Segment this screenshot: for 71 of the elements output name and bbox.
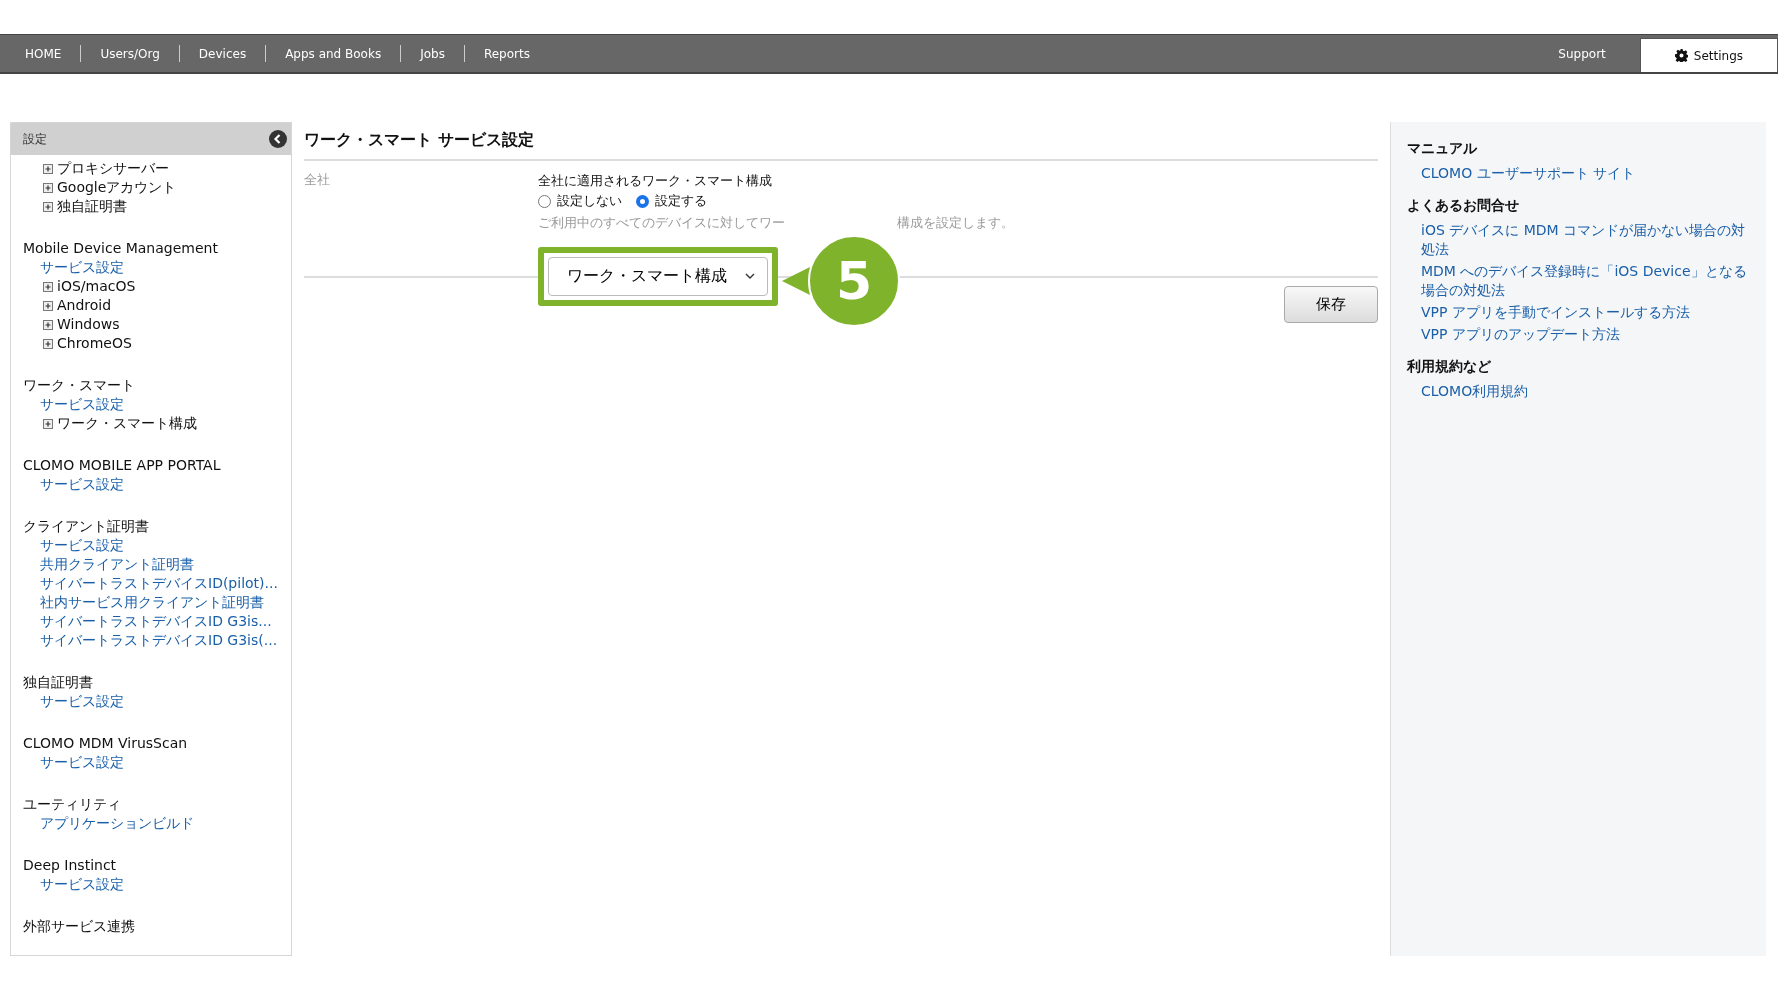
nav-tab[interactable]: Reports — [464, 45, 549, 62]
expand-icon[interactable] — [43, 163, 53, 174]
help-link[interactable]: CLOMO利用規約 — [1407, 382, 1750, 401]
field-label: 全社に適用されるワーク・スマート構成 — [538, 172, 773, 190]
sidebar-link[interactable]: サイバートラストデバイスID(pilot)... — [23, 574, 291, 593]
expand-icon[interactable] — [43, 319, 53, 330]
help-section-title: 利用規約など — [1407, 358, 1492, 376]
sidebar-link[interactable]: サービス設定 — [23, 258, 291, 277]
help-link[interactable]: VPP アプリのアップデート方法 — [1407, 325, 1750, 344]
sidebar-section-title: ユーティリティ — [23, 795, 122, 814]
sidebar-title: 設定 — [23, 130, 47, 148]
settings-icon — [1674, 49, 1688, 62]
nav-tab[interactable]: Jobs — [401, 45, 465, 62]
sidebar-link[interactable]: サービス設定 — [23, 753, 291, 772]
sidebar-item[interactable]: ワーク・スマート構成 — [57, 414, 197, 433]
sidebar-section-title: クライアント証明書 — [23, 517, 150, 536]
hint-text: 構成を設定します。 — [897, 214, 1014, 232]
nav-tab[interactable]: Settings — [1639, 38, 1778, 72]
expand-icon[interactable] — [43, 300, 53, 311]
sidebar-item[interactable]: Googleアカウント — [57, 178, 177, 197]
sidebar-link[interactable]: サービス設定 — [23, 875, 291, 894]
expand-icon[interactable] — [43, 182, 53, 193]
collapse-icon[interactable] — [269, 130, 287, 148]
radio-label[interactable]: 設定する — [655, 191, 707, 211]
sidebar-section-title: 外部サービス連携 — [23, 917, 136, 936]
sidebar-section-title: Deep Instinct — [23, 856, 118, 875]
sidebar-link[interactable]: 共用クライアント証明書 — [23, 555, 291, 574]
expand-icon[interactable] — [43, 281, 53, 292]
sidebar-link[interactable]: 社内サービス用クライアント証明書 — [23, 593, 291, 612]
sidebar-item[interactable]: Windows — [57, 315, 120, 334]
help-link[interactable]: VPP アプリを手動でインストールする方法 — [1407, 303, 1750, 322]
nav-tab[interactable]: Apps and Books — [266, 45, 402, 62]
sidebar-link[interactable]: サービス設定 — [23, 395, 291, 414]
help-link[interactable]: iOS デバイスに MDM コマンドが届かない場合の対処法 — [1407, 221, 1750, 259]
nav-tab[interactable]: HOME — [6, 45, 82, 62]
sidebar-link[interactable]: サービス設定 — [23, 536, 291, 555]
step-number: 5 — [835, 255, 873, 307]
sidebar-link[interactable]: サイバートラストデバイスID G3is(... — [23, 631, 291, 650]
sidebar-link[interactable]: サイバートラストデバイスID G3is... — [23, 612, 291, 631]
sidebar-item[interactable]: ChromeOS — [57, 334, 132, 353]
nav-tab[interactable]: Support — [1524, 45, 1640, 62]
nav-tab[interactable]: Users/Org — [81, 45, 180, 62]
radio-button[interactable] — [636, 194, 649, 208]
sidebar-item[interactable]: プロキシサーバー — [57, 159, 169, 178]
expand-icon[interactable] — [43, 338, 53, 349]
sidebar-section-title: 独自証明書 — [23, 673, 94, 692]
sidebar-section-title: Mobile Device Management — [23, 239, 219, 258]
chevron-down-icon — [745, 273, 755, 279]
help-section-title: マニュアル — [1407, 140, 1478, 158]
help-link[interactable]: MDM へのデバイス登録時に「iOS Device」となる場合の対処法 — [1407, 262, 1750, 300]
save-button[interactable]: 保存 — [1284, 286, 1378, 323]
radio-button[interactable] — [538, 194, 551, 208]
sidebar-link[interactable]: サービス設定 — [23, 475, 291, 494]
nav-tab[interactable]: Devices — [179, 45, 267, 62]
expand-icon[interactable] — [43, 201, 53, 212]
configuration-dropdown[interactable]: ワーク・スマート構成 — [548, 256, 768, 296]
help-section-title: よくあるお問合せ — [1407, 197, 1520, 215]
hint-text: ご利用中のすべてのデバイスに対してワー — [538, 214, 785, 232]
help-link[interactable]: CLOMO ユーザーサポート サイト — [1407, 164, 1750, 183]
expand-icon[interactable] — [43, 418, 53, 429]
sidebar-link[interactable]: アプリケーションビルド — [23, 814, 291, 833]
row-label: 全社 — [304, 172, 330, 187]
sidebar-item[interactable]: 独自証明書 — [57, 197, 127, 216]
sidebar-link[interactable]: サービス設定 — [23, 692, 291, 711]
sidebar-section-title: ワーク・スマート — [23, 376, 136, 395]
page-title: ワーク・スマート サービス設定 — [304, 122, 1378, 161]
sidebar-item[interactable]: Android — [57, 296, 112, 315]
sidebar-section-title: CLOMO MDM VirusScan — [23, 734, 189, 753]
sidebar-section-title: CLOMO MOBILE APP PORTAL — [23, 456, 222, 475]
sidebar-item[interactable]: iOS/macOS — [57, 277, 136, 296]
radio-label[interactable]: 設定しない — [557, 191, 622, 211]
